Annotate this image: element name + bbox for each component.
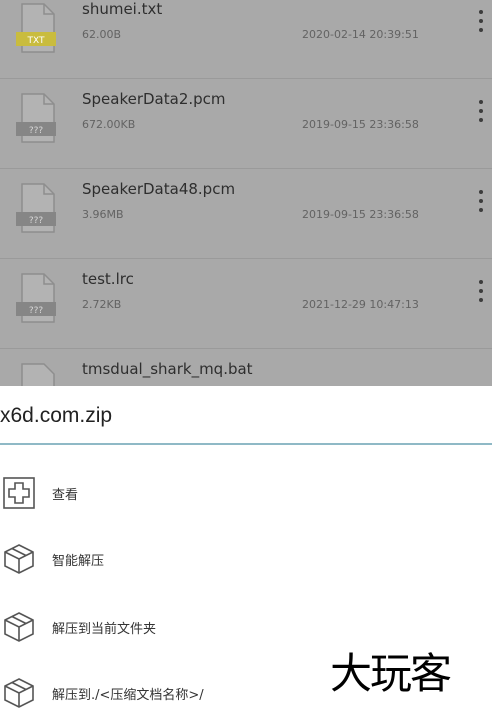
watermark-logo: 大玩客 [330, 649, 452, 698]
unknown-file-icon: ??? [16, 183, 56, 233]
file-row[interactable]: ??? SpeakerData48.pcm 3.96MB 2019-09-15 … [0, 168, 492, 259]
file-size: 62.00B [82, 28, 122, 41]
file-date: 2019-09-15 23:36:58 [302, 118, 419, 131]
more-options-icon[interactable] [474, 10, 488, 40]
file-row[interactable]: ??? test.lrc 2.72KB 2021-12-29 10:47:13 [0, 258, 492, 349]
file-date: 2019-09-15 23:36:58 [302, 208, 419, 221]
file-size: 2.72KB [82, 298, 122, 311]
action-smart-extract[interactable]: 智能解压 [0, 532, 492, 586]
plus-box-icon [3, 477, 35, 509]
more-options-icon[interactable] [474, 190, 488, 220]
file-name: shumei.txt [82, 0, 163, 18]
package-icon [4, 544, 34, 574]
txt-file-icon: TXT [16, 3, 56, 53]
file-date: 2020-02-14 20:39:51 [302, 28, 419, 41]
file-name: SpeakerData2.pcm [82, 90, 226, 108]
unknown-file-icon [21, 363, 55, 386]
action-view[interactable]: 查看 [0, 466, 492, 520]
action-label: 智能解压 [52, 554, 105, 569]
more-options-icon[interactable] [474, 100, 488, 130]
package-icon [4, 612, 34, 642]
more-options-icon[interactable] [474, 280, 488, 310]
sheet-divider [0, 443, 492, 445]
file-type-label: TXT [26, 36, 45, 46]
file-type-label: ??? [29, 306, 44, 316]
unknown-file-icon: ??? [16, 273, 56, 323]
file-row[interactable]: ??? SpeakerData2.pcm 672.00KB 2019-09-15… [0, 78, 492, 169]
file-row[interactable]: TXT shumei.txt 62.00B 2020-02-14 20:39:5… [0, 0, 492, 79]
unknown-file-icon: ??? [16, 93, 56, 143]
file-name: tmsdual_shark_mq.bat [82, 360, 253, 378]
file-list: TXT shumei.txt 62.00B 2020-02-14 20:39:5… [0, 0, 492, 386]
sheet-title: x6d.com.zip [0, 404, 113, 427]
action-label: 查看 [52, 488, 79, 503]
file-name: SpeakerData48.pcm [82, 180, 236, 198]
file-date: 2021-12-29 10:47:13 [302, 298, 419, 311]
file-size: 672.00KB [82, 118, 136, 131]
file-name: test.lrc [82, 270, 134, 288]
action-label: 解压到./<压缩文档名称>/ [52, 688, 204, 703]
file-type-label: ??? [29, 216, 44, 226]
file-type-label: ??? [29, 126, 44, 136]
action-label: 解压到当前文件夹 [52, 622, 157, 637]
package-icon [4, 678, 34, 708]
file-row[interactable]: tmsdual_shark_mq.bat [0, 348, 492, 386]
file-size: 3.96MB [82, 208, 124, 221]
